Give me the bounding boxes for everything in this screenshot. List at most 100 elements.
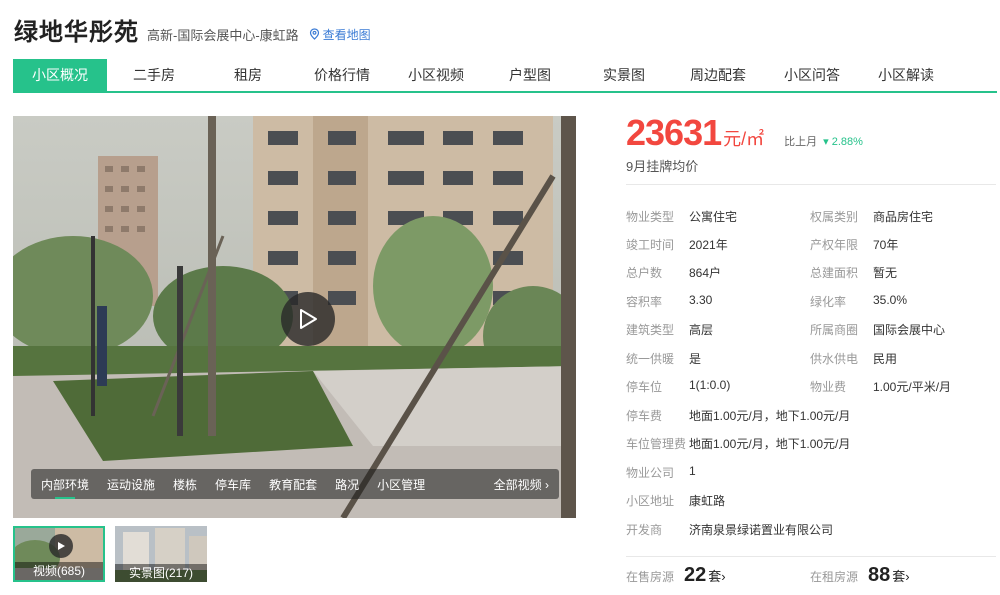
video-tab-garage[interactable]: 停车库 [215, 476, 251, 493]
detail-value: 民用 [873, 352, 898, 366]
detail-value: 地面1.00元/月，地下1.00元/月 [689, 409, 851, 423]
detail-label: 总建面积 [810, 266, 859, 280]
detail-completion: 竣工时间 2021年 [626, 236, 728, 253]
listing-stats: 在售房源 22 套› 在租房源 88 套› [626, 564, 996, 592]
detail-value: 2021年 [689, 238, 728, 252]
detail-floor-area: 总建面积 暂无 [810, 264, 897, 281]
video-tab-roads[interactable]: 路况 [335, 476, 359, 493]
detail-value: 康虹路 [689, 494, 726, 508]
detail-label: 所属商圈 [810, 323, 859, 337]
month-over-month-value: ▾ 2.88% [823, 136, 863, 148]
detail-label: 停车费 [626, 409, 663, 423]
detail-address: 小区地址 康虹路 [626, 492, 725, 509]
detail-heating: 统一供暖 是 [626, 350, 701, 367]
detail-label: 物业类型 [626, 210, 675, 224]
detail-label: 供水供电 [810, 352, 859, 366]
detail-label: 车位管理费 [626, 437, 687, 451]
tab-price-trend[interactable]: 价格行情 [295, 59, 389, 91]
tab-video[interactable]: 小区视频 [389, 59, 483, 91]
view-map-link[interactable]: 查看地图 [309, 26, 371, 43]
video-player[interactable]: 内部环境 运动设施 楼栋 停车库 教育配套 路况 小区管理 全部视频 › [13, 116, 576, 518]
for-rent-unit: 套› [892, 569, 910, 584]
video-tab-management[interactable]: 小区管理 [377, 476, 425, 493]
detail-value: 地面1.00元/月，地下1.00元/月 [689, 437, 851, 451]
tab-photos[interactable]: 实景图 [577, 59, 671, 91]
detail-value: 864户 [689, 266, 722, 280]
price-unit: 元/㎡ [723, 129, 765, 149]
price-divider [626, 184, 996, 185]
detail-property-company: 物业公司 1 [626, 464, 696, 481]
detail-developer: 开发商 济南泉景绿诺置业有限公司 [626, 521, 833, 538]
video-thumbnail-label: 视频(685) [15, 562, 103, 580]
tab-second-hand[interactable]: 二手房 [107, 59, 201, 91]
photo-thumbnail-label: 实景图(217) [115, 564, 207, 582]
detail-label: 绿化率 [810, 295, 847, 309]
photo-thumbnail[interactable]: 实景图(217) [115, 526, 207, 582]
thumbnail-play-button[interactable] [49, 534, 73, 558]
detail-parking-management-fee: 车位管理费 地面1.00元/月，地下1.00元/月 [626, 435, 850, 452]
page-title: 绿地华彤苑 [14, 19, 139, 46]
price-summary: 23631 元/㎡ 比上月 ▾ 2.88% 9月挂牌均价 [626, 112, 996, 175]
detail-label: 容积率 [626, 295, 663, 309]
detail-value: 3.30 [689, 293, 713, 307]
detail-parking-fee: 停车费 地面1.00元/月，地下1.00元/月 [626, 407, 850, 424]
detail-label: 产权年限 [810, 238, 859, 252]
video-category-bar: 内部环境 运动设施 楼栋 停车库 教育配套 路况 小区管理 全部视频 › [31, 469, 559, 499]
tab-analysis[interactable]: 小区解读 [859, 59, 953, 91]
play-button[interactable] [281, 292, 335, 346]
for-sale-label: 在售房源 [626, 570, 675, 584]
detail-label: 建筑类型 [626, 323, 675, 337]
video-tab-education[interactable]: 教育配套 [269, 476, 317, 493]
detail-property-fee: 物业费 1.00元/平米/月 [810, 378, 951, 395]
for-rent-count: 88 [868, 564, 891, 586]
detail-label: 停车位 [626, 380, 663, 394]
detail-value: 高层 [689, 323, 714, 337]
location-text: 高新-国际会展中心-康虹路 [147, 28, 299, 43]
tab-floor-plan[interactable]: 户型图 [483, 59, 577, 91]
video-tab-buildings[interactable]: 楼栋 [173, 476, 197, 493]
tab-rent[interactable]: 租房 [201, 59, 295, 91]
video-tab-interior[interactable]: 内部环境 [41, 476, 89, 499]
detail-building-type: 建筑类型 高层 [626, 321, 713, 338]
detail-label: 小区地址 [626, 494, 675, 508]
detail-parking-spaces: 停车位 1(1:0.0) [626, 378, 730, 395]
detail-utilities: 供水供电 民用 [810, 350, 897, 367]
month-over-month-label: 比上月 [784, 136, 818, 148]
detail-business-district: 所属商圈 国际会展中心 [810, 321, 945, 338]
for-sale-link[interactable]: 在售房源 22 套› [626, 564, 726, 587]
view-map-label: 查看地图 [322, 27, 371, 42]
tab-overview[interactable]: 小区概况 [13, 59, 107, 91]
detail-value: 1 [689, 464, 696, 478]
detail-value: 70年 [873, 238, 899, 252]
play-icon [58, 542, 65, 550]
tab-qa[interactable]: 小区问答 [765, 59, 859, 91]
detail-tenure: 产权年限 70年 [810, 236, 898, 253]
detail-property-type: 物业类型 公寓住宅 [626, 208, 737, 225]
for-sale-count: 22 [684, 564, 707, 586]
video-thumbnail[interactable]: 视频(685) [13, 526, 105, 582]
detail-plot-ratio: 容积率 3.30 [626, 293, 712, 310]
detail-label: 总户数 [626, 266, 663, 280]
detail-value: 暂无 [873, 266, 898, 280]
detail-label: 物业公司 [626, 466, 675, 480]
detail-label: 开发商 [626, 523, 663, 537]
detail-households: 总户数 864户 [626, 264, 721, 281]
all-videos-link[interactable]: 全部视频 › [494, 476, 549, 493]
page-header: 绿地华彤苑 高新-国际会展中心-康虹路 查看地图 [14, 12, 371, 46]
section-tabs: 小区概况 二手房 租房 价格行情 小区视频 户型图 实景图 周边配套 小区问答 … [13, 59, 997, 93]
price-caption: 9月挂牌均价 [626, 159, 699, 174]
tab-surroundings[interactable]: 周边配套 [671, 59, 765, 91]
detail-label: 物业费 [810, 380, 847, 394]
location-pin-icon [309, 28, 319, 40]
for-sale-unit: 套› [708, 569, 726, 584]
video-tab-sports[interactable]: 运动设施 [107, 476, 155, 493]
for-rent-link[interactable]: 在租房源 88 套› [810, 564, 910, 587]
detail-value: 1.00元/平米/月 [873, 380, 952, 394]
detail-value: 国际会展中心 [873, 323, 946, 337]
average-price: 23631 [626, 112, 722, 153]
stats-divider [626, 556, 996, 557]
detail-value: 是 [689, 352, 702, 366]
detail-ownership: 权属类别 商品房住宅 [810, 208, 933, 225]
detail-greening: 绿化率 35.0% [810, 293, 907, 310]
detail-value: 35.0% [873, 293, 908, 307]
